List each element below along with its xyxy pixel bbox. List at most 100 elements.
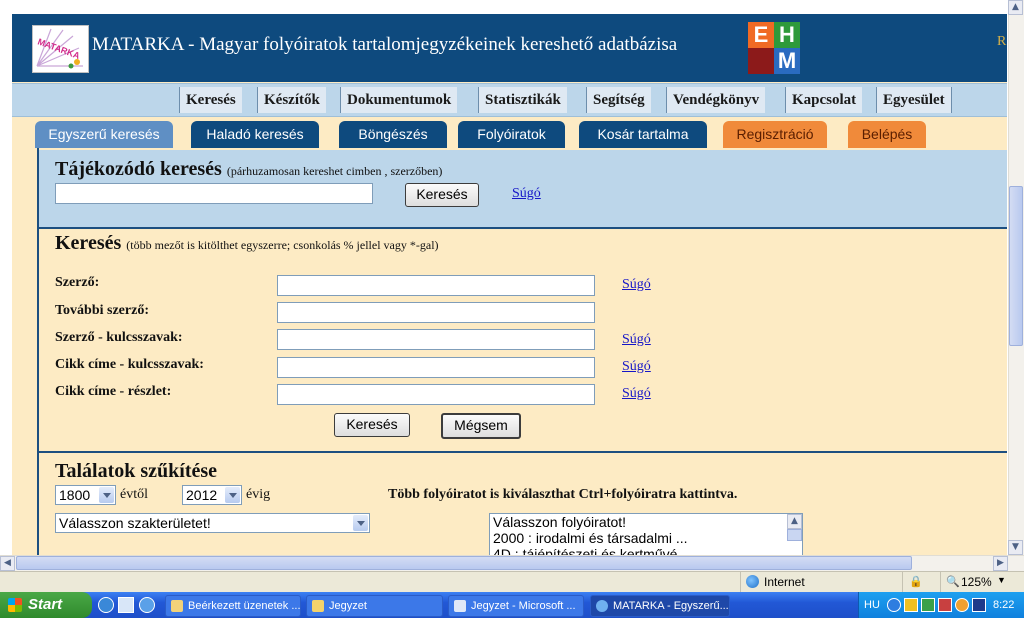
year-to-select[interactable]: 2012 <box>182 485 242 505</box>
search-submit-button[interactable]: Keresés <box>334 413 410 437</box>
tab-kosar-tartalma[interactable]: Kosár tartalma <box>579 121 707 148</box>
monitor-icon[interactable] <box>972 598 986 612</box>
network-icon[interactable] <box>921 598 935 612</box>
journal-option[interactable]: 2000 : irodalmi és társadalmi ... <box>490 530 802 546</box>
quick-search-help-link[interactable]: Súgó <box>512 186 541 202</box>
chevron-down-icon: ▼ <box>997 575 1006 585</box>
task-jegyzet-folder[interactable]: Jegyzet <box>306 595 443 617</box>
zone-text: Internet <box>764 575 805 589</box>
task-jegyzet-word-label: Jegyzet - Microsoft ... <box>471 600 576 612</box>
mail-icon <box>171 600 183 612</box>
horizontal-scroll-thumb[interactable] <box>16 556 912 570</box>
tab-halado-kereses[interactable]: Haladó keresés <box>191 121 319 148</box>
matarka-logo[interactable]: MATARKA <box>32 25 89 73</box>
scroll-left-icon[interactable]: ◀ <box>0 556 15 571</box>
quicklaunch-desktop-icon[interactable] <box>118 597 134 613</box>
matarka-logo-graphic: MATARKA <box>36 28 83 69</box>
menu-item-vendegkonyv[interactable]: Vendégkönyv <box>666 87 766 113</box>
document-icon <box>454 600 466 612</box>
menu-item-egyesulet[interactable]: Egyesület <box>876 87 952 113</box>
journal-listbox[interactable]: Válasszon folyóiratot! 2000 : irodalmi é… <box>489 513 803 555</box>
multi-select-hint: Több folyóiratot is kiválaszthat Ctrl+fo… <box>388 487 738 502</box>
menu-item-segitseg[interactable]: Segítség <box>586 87 651 113</box>
language-indicator[interactable]: HU <box>864 599 880 611</box>
title-keywords-help-link[interactable]: Súgó <box>622 359 651 375</box>
year-from-value: 1800 <box>59 487 91 503</box>
task-matarka-browser[interactable]: MATARKA - Egyszerű... <box>590 595 730 617</box>
ehm-block-red <box>748 48 774 74</box>
scroll-down-icon[interactable]: ▼ <box>1008 540 1023 555</box>
title-part-label: Cikk címe - részlet: <box>55 384 172 399</box>
protected-mode-section[interactable]: 🔒 <box>902 572 939 592</box>
quick-search-button[interactable]: Keresés <box>405 183 479 207</box>
tab-egyszeru-kereses[interactable]: Egyszerű keresés <box>35 121 173 148</box>
lock-icon: 🔒 <box>909 576 923 588</box>
start-button[interactable]: Start <box>0 592 92 618</box>
menu-item-kapcsolat[interactable]: Kapcsolat <box>785 87 863 113</box>
quick-search-input[interactable] <box>55 183 373 204</box>
task-jegyzet-folder-label: Jegyzet <box>329 600 367 612</box>
listbox-scroll-up-icon[interactable]: ▲ <box>787 514 802 529</box>
folder-icon <box>312 600 324 612</box>
clock: 8:22 <box>993 599 1015 611</box>
vertical-scroll-thumb[interactable] <box>1009 186 1023 346</box>
ehm-letter-h: H <box>774 22 800 48</box>
section-divider <box>39 451 1007 453</box>
chevron-down-icon <box>353 515 368 531</box>
title-part-help-link[interactable]: Súgó <box>622 386 651 402</box>
task-inbox[interactable]: Beérkezett üzenetek ... <box>165 595 301 617</box>
year-from-select[interactable]: 1800 <box>55 485 116 505</box>
quick-search-note: (párhuzamosan kereshet cimben , szerzőbe… <box>226 164 443 178</box>
journal-option[interactable]: Válasszon folyóiratot! <box>490 514 802 530</box>
menu-item-kereses[interactable]: Keresés <box>179 87 242 113</box>
author-keywords-input[interactable] <box>277 329 595 350</box>
quicklaunch-browser-icon[interactable] <box>139 597 155 613</box>
quicklaunch-ie-icon[interactable] <box>98 597 114 613</box>
year-from-label: évtől <box>120 487 148 502</box>
chevron-down-icon <box>225 487 240 503</box>
listbox-scroll-thumb[interactable] <box>787 529 802 541</box>
author-keywords-help-link[interactable]: Súgó <box>622 332 651 348</box>
update-icon[interactable] <box>955 598 969 612</box>
search-title: Keresés <box>55 232 122 254</box>
tab-belepes[interactable]: Belépés <box>848 121 926 148</box>
shield-icon[interactable] <box>904 598 918 612</box>
browser-viewport: MATARKA MATARKA - Magyar folyóiratok tar… <box>0 0 1008 555</box>
menu-item-statisztikak[interactable]: Statisztikák <box>478 87 567 113</box>
start-label: Start <box>28 596 63 613</box>
field-select-value: Válasszon szakterületet! <box>59 515 211 531</box>
additional-author-label: További szerző: <box>55 303 149 318</box>
additional-author-input[interactable] <box>277 302 595 323</box>
title-keywords-input[interactable] <box>277 357 595 378</box>
zoom-icon: 🔍 <box>946 576 960 588</box>
menu-item-dokumentumok[interactable]: Dokumentumok <box>340 87 458 113</box>
ehm-partner-logo[interactable]: E H M <box>748 22 802 76</box>
page: MATARKA MATARKA - Magyar folyóiratok tar… <box>12 14 1007 555</box>
site-title: MATARKA - Magyar folyóiratok tartalomjeg… <box>92 34 678 55</box>
search-heading: Keresés (több mezőt is kitölthet egyszer… <box>55 232 439 255</box>
windows-logo-icon <box>8 598 22 612</box>
scroll-right-icon[interactable]: ▶ <box>993 556 1008 571</box>
task-jegyzet-word[interactable]: Jegyzet - Microsoft ... <box>448 595 584 617</box>
quick-search-panel: Tájékozódó keresés (párhuzamosan kereshe… <box>39 150 1007 229</box>
menu-item-keszitok[interactable]: Készítők <box>257 87 326 113</box>
ehm-letter-e: E <box>748 22 774 48</box>
search-cancel-button[interactable]: Mégsem <box>441 413 521 439</box>
journal-option[interactable]: 4D : tájépítészeti és kertművé... <box>490 546 802 555</box>
tab-regisztracio[interactable]: Regisztráció <box>723 121 827 148</box>
author-input[interactable] <box>277 275 595 296</box>
author-label: Szerző: <box>55 275 100 290</box>
browser-statusbar: Internet 🔒 🔍 125% ▼ <box>0 571 1024 593</box>
antivirus-icon[interactable] <box>938 598 952 612</box>
bluetooth-icon[interactable] <box>887 598 901 612</box>
zoom-control[interactable]: 🔍 125% ▼ <box>940 572 1024 592</box>
banner-edge-text: R <box>997 34 1007 49</box>
field-select[interactable]: Válasszon szakterületet! <box>55 513 370 533</box>
tab-bongeszes[interactable]: Böngészés <box>339 121 447 148</box>
main-menu: Keresés Készítők Dokumentumok Statisztik… <box>12 83 1007 117</box>
year-to-label: évig <box>246 487 271 502</box>
author-help-link[interactable]: Súgó <box>622 277 651 293</box>
scroll-up-icon[interactable]: ▲ <box>1008 0 1023 15</box>
title-part-input[interactable] <box>277 384 595 405</box>
tab-folyoiratok[interactable]: Folyóiratok <box>458 121 565 148</box>
